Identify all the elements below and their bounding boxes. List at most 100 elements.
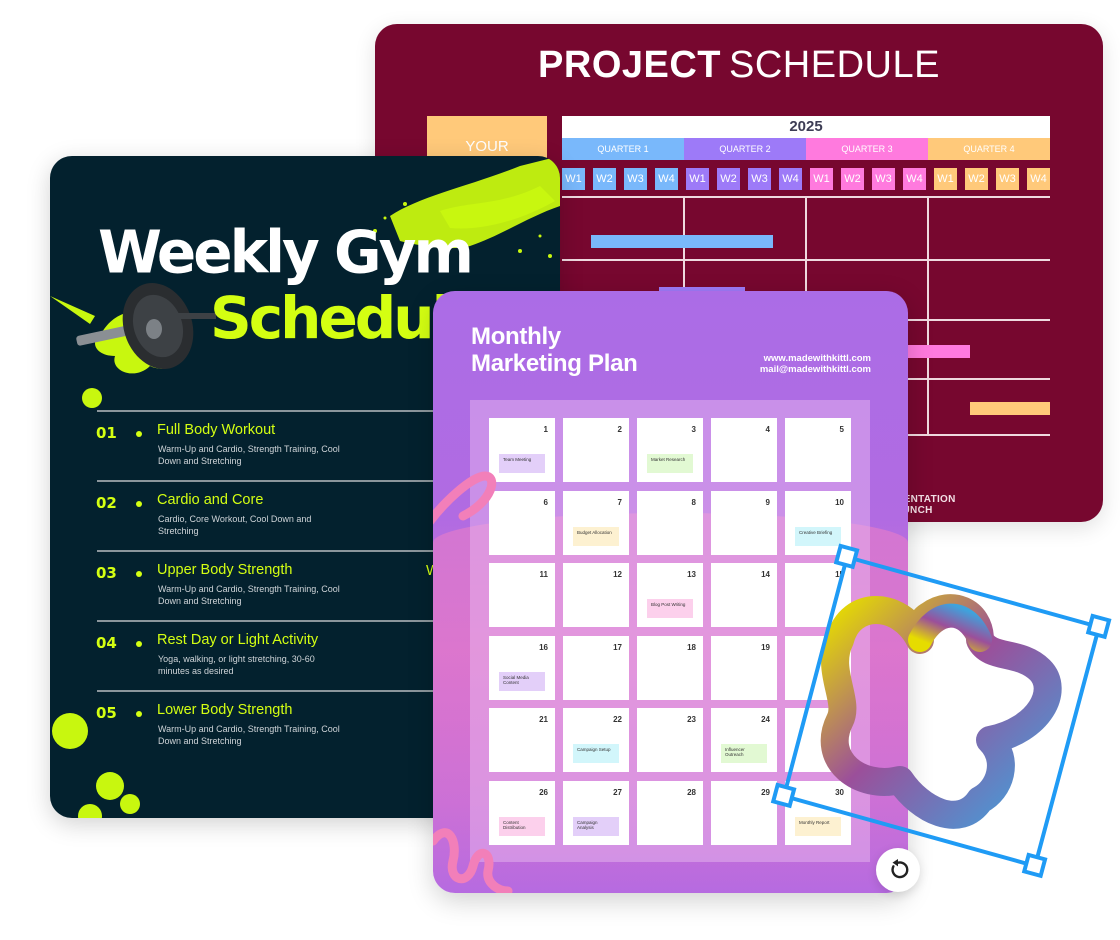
day-number: 21: [539, 715, 548, 724]
calendar-day-cell[interactable]: 22 Campaign Setup: [563, 708, 629, 772]
day-number: 18: [687, 642, 696, 652]
day-number: 2: [617, 425, 622, 434]
calendar-day-cell[interactable]: 18: [637, 635, 703, 700]
day-number: 3: [691, 425, 696, 434]
gantt-bar-q4[interactable]: [970, 402, 1050, 415]
item-description: Cardio, Core Workout, Cool Down and Stre…: [158, 514, 312, 536]
calendar-day-cell[interactable]: 28: [637, 780, 703, 845]
week-header: W3: [872, 168, 895, 190]
calendar-day-cell[interactable]: 15: [785, 563, 851, 627]
day-number: 29: [761, 787, 770, 797]
day-number: 23: [687, 715, 696, 724]
calendar-day-cell[interactable]: 4: [711, 418, 777, 482]
week-header: W3: [748, 168, 771, 190]
day-number: 11: [539, 570, 548, 579]
day-number: 13: [687, 570, 696, 579]
barbell-plate-image: [76, 283, 216, 369]
quarter-header: QUARTER 2: [684, 138, 806, 160]
item-number: 04: [96, 634, 117, 652]
calendar-day-cell[interactable]: 21: [489, 708, 555, 772]
pink-loop-decoration: [433, 471, 497, 525]
day-number: 25: [835, 715, 844, 724]
quarter-header: QUARTER 3: [806, 138, 928, 160]
calendar-note[interactable]: Campaign Analysis: [573, 816, 619, 836]
item-name: Cardio and Core: [157, 492, 264, 508]
day-number: 8: [691, 497, 696, 507]
calendar-day-cell[interactable]: 13 Blog Post Writing: [637, 563, 703, 627]
calendar-day-cell[interactable]: 29: [711, 780, 777, 845]
week-header: W2: [841, 168, 864, 190]
calendar-note[interactable]: Campaign Setup: [573, 744, 619, 763]
title-light: SCHEDULE: [729, 44, 940, 86]
item-name: Full Body Workout: [157, 422, 276, 438]
day-number: 5: [839, 425, 844, 434]
calendar-note[interactable]: Team Meeting: [499, 454, 545, 473]
calendar-note[interactable]: Influencer Outreach: [721, 744, 767, 763]
calendar-note[interactable]: Budget Allocation: [573, 526, 619, 546]
email-text: mail@madewithkittl.com: [759, 364, 871, 375]
day-number: 6: [543, 497, 548, 507]
calendar-note[interactable]: Blog Post Writing: [647, 599, 693, 618]
day-number: 28: [687, 787, 696, 797]
week-header: W1: [934, 168, 957, 190]
year-header: 2025: [562, 116, 1050, 138]
week-header: W3: [624, 168, 647, 190]
calendar-day-cell[interactable]: 12: [563, 563, 629, 627]
calendar-note[interactable]: Creative Briefing: [795, 526, 841, 546]
grid-line: [927, 196, 929, 436]
day-number: 14: [761, 570, 770, 579]
calendar-note[interactable]: Social Media Content: [499, 671, 545, 691]
website-text: www.madewithkittl.com: [763, 353, 871, 364]
calendar-day-cell[interactable]: 5: [785, 418, 851, 482]
calendar-day-cell[interactable]: 24 Influencer Outreach: [711, 708, 777, 772]
day-number: 15: [835, 570, 844, 579]
week-headers: W1 W2 W3 W4 W1 W2 W3 W4 W1 W2 W3 W4 W1 W2 W3 W4: [562, 168, 1050, 190]
calendar-day-cell[interactable]: 30 Monthly Report: [785, 780, 851, 845]
quarter-headers: QUARTER 1 QUARTER 2 QUARTER 3 QUARTER 4: [562, 138, 1050, 160]
gym-title-line1: Weekly Gym: [98, 217, 474, 287]
calendar-note[interactable]: Market Research: [647, 454, 693, 473]
calendar-day-cell[interactable]: 8: [637, 490, 703, 555]
bullet: [136, 641, 142, 647]
day-number: 7: [617, 497, 622, 507]
day-number: 27: [613, 787, 622, 797]
calendar-day-cell[interactable]: 27 Campaign Analysis: [563, 780, 629, 845]
calendar-day-cell[interactable]: 7 Budget Allocation: [563, 490, 629, 555]
calendar-day-cell[interactable]: 11: [489, 563, 555, 627]
calendar-day-cell[interactable]: 25: [785, 708, 851, 772]
project-schedule-title: PROJECT SCHEDULE: [375, 44, 1103, 87]
bullet: [136, 431, 142, 437]
pink-squiggle-decoration: [433, 828, 513, 893]
calendar-day-cell[interactable]: 9: [711, 490, 777, 555]
day-number: 1: [543, 425, 548, 434]
day-number: 19: [761, 642, 770, 652]
calendar-day-cell[interactable]: 10 Creative Briefing: [785, 490, 851, 555]
calendar-day-cell[interactable]: 14: [711, 563, 777, 627]
rotate-button[interactable]: [876, 848, 920, 892]
week-header: W2: [717, 168, 740, 190]
week-header: W1: [686, 168, 709, 190]
calendar-day-cell[interactable]: 23: [637, 708, 703, 772]
week-header: W4: [903, 168, 926, 190]
calendar-day-cell[interactable]: 20: [785, 635, 851, 700]
week-header: W1: [562, 168, 585, 190]
item-description: Warm-Up and Cardio, Strength Training, C…: [158, 724, 340, 746]
marketing-plan-card[interactable]: Monthly Marketing Plan www.madewithkittl…: [433, 291, 908, 893]
calendar-day-cell[interactable]: 19: [711, 635, 777, 700]
calendar-note[interactable]: Monthly Report: [795, 816, 841, 836]
item-number: 05: [96, 704, 117, 722]
week-header: W4: [655, 168, 678, 190]
calendar-day-cell[interactable]: 16 Social Media Content: [489, 635, 555, 700]
week-header: W1: [810, 168, 833, 190]
day-number: 16: [539, 642, 548, 652]
day-number: 9: [765, 497, 770, 507]
day-number: 24: [761, 715, 770, 724]
calendar-day-cell[interactable]: 3 Market Research: [637, 418, 703, 482]
calendar-day-cell[interactable]: 2: [563, 418, 629, 482]
contact-info: www.madewithkittl.com mail@madewithkittl…: [760, 353, 871, 375]
gantt-bar-q1[interactable]: [591, 235, 773, 248]
bullet: [136, 711, 142, 717]
bullet: [136, 571, 142, 577]
calendar-day-cell[interactable]: 17: [563, 635, 629, 700]
day-number: 17: [613, 642, 622, 652]
